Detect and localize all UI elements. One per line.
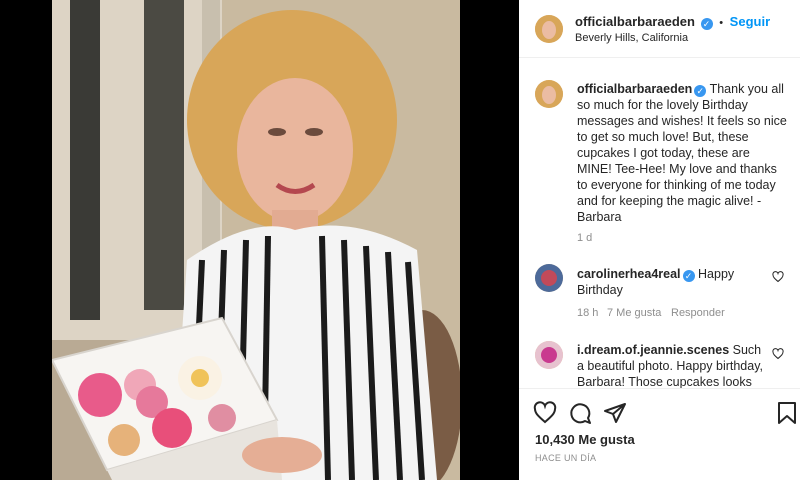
comment-likes[interactable]: 7 Me gusta (607, 307, 661, 319)
verified-icon: ✓ (700, 18, 713, 30)
bookmark-icon[interactable] (776, 401, 798, 425)
comment-icon[interactable] (568, 401, 592, 425)
comment-avatar[interactable] (535, 341, 563, 369)
comment-username[interactable]: i.dream.of.jeannie.scenes (577, 343, 729, 357)
comment-avatar[interactable] (535, 264, 563, 292)
separator-dot: • (719, 17, 724, 29)
caption-text: Thank you all so much for the lovely Bir… (577, 82, 787, 224)
location-link[interactable]: Beverly Hills, California (575, 32, 688, 44)
post-actions: 10,430 Me gusta HACE UN DÍA (519, 388, 800, 480)
post-date[interactable]: HACE UN DÍA (535, 453, 596, 463)
comment-like-heart-icon[interactable] (772, 348, 784, 360)
likes-count[interactable]: 10,430 Me gusta (535, 432, 635, 447)
comment-like-heart-icon[interactable] (772, 271, 784, 283)
avatar[interactable] (535, 15, 563, 43)
avatar-image (535, 15, 563, 43)
comment-avatar-image (535, 341, 563, 369)
comment-2: i.dream.of.jeannie.scenes Such a beautif… (577, 342, 767, 390)
share-icon[interactable] (603, 401, 627, 425)
comment-time: 18 h (577, 307, 599, 319)
heart-icon[interactable] (533, 401, 557, 425)
header-username[interactable]: officialbarbaraeden (575, 14, 695, 29)
photo-image (52, 0, 460, 480)
caption: officialbarbaraeden ✓ Thank you all so mu… (577, 81, 787, 225)
verified-icon: ✓ (682, 270, 695, 282)
verified-icon: ✓ (694, 85, 707, 97)
reply-button[interactable]: Responder (671, 307, 725, 319)
caption-avatar-image (535, 80, 563, 108)
post-header: officialbarbaraeden ✓ • Seguir Beverly H… (519, 0, 800, 58)
comment-1: carolinerhea4real ✓ Happy Birthday (577, 266, 757, 298)
caption-username[interactable]: officialbarbaraeden (577, 82, 692, 96)
comment-avatar-image (535, 264, 563, 292)
follow-button[interactable]: Seguir (730, 14, 770, 29)
header-user-line: officialbarbaraeden ✓ • Seguir (575, 14, 770, 30)
caption-avatar[interactable] (535, 80, 563, 108)
caption-time[interactable]: 1 d (577, 232, 592, 244)
post-details-panel: officialbarbaraeden ✓ • Seguir Beverly H… (519, 0, 800, 480)
post-photo[interactable] (52, 0, 460, 480)
comment-username[interactable]: carolinerhea4real (577, 267, 681, 281)
